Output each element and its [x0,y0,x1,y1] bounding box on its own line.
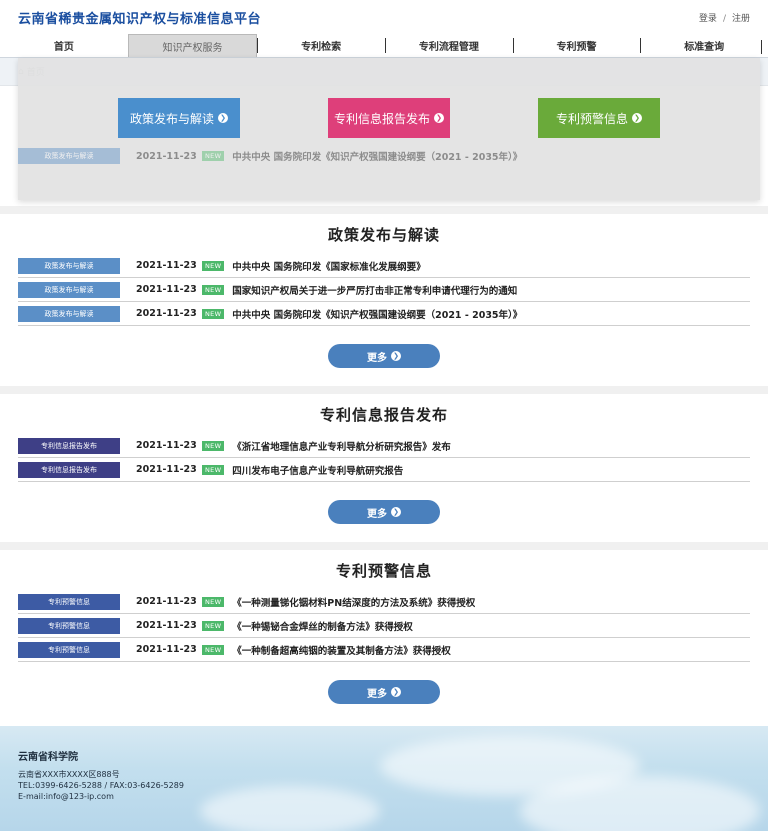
auth-separator: / [722,13,726,24]
list-item[interactable]: 专利预警信息 2021-11-23 NEW 《一种制备超高纯铟的装置及其制备方法… [18,638,750,662]
more-button-report[interactable]: 更多 ❯ [328,500,440,524]
more-label: 更多 [367,508,387,520]
list-item[interactable]: 专利预警信息 2021-11-23 NEW 《一种测量锑化铟材料PN结深度的方法… [18,590,750,614]
section-gap [0,386,768,394]
dropdown-report-button[interactable]: 专利信息报告发布 ❯ [328,98,450,138]
category-tag: 政策发布与解读 [18,148,120,164]
news-date: 2021-11-23 [136,150,197,162]
circle-chevron-right-icon: ❯ [391,687,401,697]
section-gap [0,206,768,214]
news-date: 2021-11-23 [136,596,197,607]
list-item[interactable]: 政策发布与解读 2021-11-23 NEW 中共中央 国务院印发《国家标准化发… [18,254,750,278]
more-wrap: 更多 ❯ [18,326,750,386]
dropdown-button-label: 专利预警信息 [555,111,628,126]
category-tag[interactable]: 专利信息报告发布 [18,437,120,454]
section-patent-report: 专利信息报告发布 专利信息报告发布 2021-11-23 NEW 《浙江省地理信… [0,394,768,542]
nav-item-patent-search[interactable]: 专利检索 [257,34,385,57]
circle-chevron-right-icon: ❯ [434,113,444,123]
nav-item-home[interactable]: 首页 [0,34,128,57]
news-title[interactable]: 《一种锡铋合金焊丝的制备方法》获得授权 [232,619,413,633]
login-link[interactable]: 登录 [699,14,717,24]
site-header: 云南省稀贵金属知识产权与标准信息平台 登录 / 注册 [0,0,768,34]
section-gap [0,542,768,550]
news-title[interactable]: 国家知识产权局关于进一步严厉打击非正常专利申请代理行为的通知 [232,283,517,297]
category-tag[interactable]: 专利预警信息 [18,617,120,634]
nav-item-patent-process[interactable]: 专利流程管理 [385,34,513,57]
list-item[interactable]: 政策发布与解读 2021-11-23 NEW 国家知识产权局关于进一步严厉打击非… [18,278,750,302]
news-title[interactable]: 《浙江省地理信息产业专利导航分析研究报告》发布 [232,439,451,453]
main-nav: 首页 知识产权服务 专利检索 专利流程管理 专利预警 标准查询 [0,34,768,58]
news-date: 2021-11-23 [136,284,197,295]
list-item[interactable]: 专利信息报告发布 2021-11-23 NEW 《浙江省地理信息产业专利导航分析… [18,434,750,458]
new-badge: NEW [202,644,225,655]
new-badge: NEW [202,440,225,451]
section-title: 政策发布与解读 [327,226,440,244]
circle-chevron-right-icon: ❯ [632,113,642,123]
new-badge: NEW [202,596,225,607]
category-tag[interactable]: 专利预警信息 [18,593,120,610]
news-date: 2021-11-23 [136,644,197,655]
more-label: 更多 [367,688,387,700]
more-wrap: 更多 ❯ [18,662,750,722]
section-title: 专利信息报告发布 [319,406,448,424]
dropdown-warning-button[interactable]: 专利预警信息 ❯ [538,98,660,138]
footer-org: 云南省科学院 [18,752,78,763]
footer-contact: 云南省科学院 云南省XXX市XXXX区888号 TEL:0399-6426-52… [18,752,184,802]
section-patent-warning: 专利预警信息 专利预警信息 2021-11-23 NEW 《一种测量锑化铟材料P… [0,550,768,722]
new-badge: NEW [202,260,225,271]
list-item[interactable]: 专利预警信息 2021-11-23 NEW 《一种锡铋合金焊丝的制备方法》获得授… [18,614,750,638]
footer-address: 云南省XXX市XXXX区888号 [18,770,120,779]
nav-item-standard-query[interactable]: 标准查询 [640,34,768,57]
circle-chevron-right-icon: ❯ [391,507,401,517]
news-title[interactable]: 《一种制备超高纯铟的装置及其制备方法》获得授权 [232,643,451,657]
dropdown-underlying-row: 政策发布与解读 2021-11-23 NEW 中共中央 国务院印发《知识产权强国… [18,147,522,165]
news-title[interactable]: 《一种测量锑化铟材料PN结深度的方法及系统》获得授权 [232,595,475,609]
more-button-warning[interactable]: 更多 ❯ [328,680,440,704]
news-title[interactable]: 四川发布电子信息产业专利导航研究报告 [232,463,403,477]
nav-item-patent-warning[interactable]: 专利预警 [512,34,641,57]
ip-services-dropdown: 政策发布与解读 ❯ 专利信息报告发布 ❯ 专利预警信息 ❯ 政策发布与解读 20… [18,58,760,200]
nav-item-ip-services[interactable]: 知识产权服务 [127,34,258,57]
more-button-policy[interactable]: 更多 ❯ [328,344,440,368]
cloud-decoration [200,786,380,831]
site-title[interactable]: 云南省稀贵金属知识产权与标准信息平台 [18,8,261,27]
circle-chevron-right-icon: ❯ [218,113,228,123]
new-badge: NEW [202,620,225,631]
more-wrap: 更多 ❯ [18,482,750,542]
category-tag[interactable]: 政策发布与解读 [18,257,120,274]
new-badge: NEW [202,284,225,295]
category-tag[interactable]: 政策发布与解读 [18,305,120,322]
auth-links: 登录 / 注册 [699,11,750,24]
footer-phone: TEL:0399-6426-5288 / FAX:03-6426-5289 [18,781,184,790]
register-link[interactable]: 注册 [732,14,750,24]
category-tag[interactable]: 专利预警信息 [18,641,120,658]
more-label: 更多 [367,352,387,364]
footer-email[interactable]: E-mail:info@123-ip.com [18,791,184,802]
news-date: 2021-11-23 [136,440,197,451]
news-title[interactable]: 中共中央 国务院印发《国家标准化发展纲要》 [232,259,425,273]
new-badge: NEW [202,308,225,319]
dropdown-policy-button[interactable]: 政策发布与解读 ❯ [118,98,240,138]
news-date: 2021-11-23 [136,620,197,631]
circle-chevron-right-icon: ❯ [391,351,401,361]
list-item[interactable]: 专利信息报告发布 2021-11-23 NEW 四川发布电子信息产业专利导航研究… [18,458,750,482]
news-title[interactable]: 中共中央 国务院印发《知识产权强国建设纲要（2021 - 2035年）》 [232,307,522,321]
nav-divider [761,40,762,54]
site-footer: 云南省科学院 云南省XXX市XXXX区888号 TEL:0399-6426-52… [0,726,768,831]
section-policy: 政策发布与解读 政策发布与解读 2021-11-23 NEW 中共中央 国务院印… [0,214,768,386]
dropdown-button-label: 专利信息报告发布 [333,111,430,126]
news-date: 2021-11-23 [136,308,197,319]
list-item[interactable]: 政策发布与解读 2021-11-23 NEW 中共中央 国务院印发《知识产权强国… [18,302,750,326]
category-tag[interactable]: 政策发布与解读 [18,281,120,298]
new-badge: NEW [202,464,225,475]
dropdown-buttons: 政策发布与解读 ❯ 专利信息报告发布 ❯ 专利预警信息 ❯ [18,58,760,138]
category-tag[interactable]: 专利信息报告发布 [18,461,120,478]
new-badge: NEW [202,151,225,161]
news-date: 2021-11-23 [136,260,197,271]
section-title: 专利预警信息 [335,562,432,580]
news-date: 2021-11-23 [136,464,197,475]
dropdown-button-label: 政策发布与解读 [129,111,214,126]
news-title: 中共中央 国务院印发《知识产权强国建设纲要（2021 - 2035年）》 [232,152,523,163]
